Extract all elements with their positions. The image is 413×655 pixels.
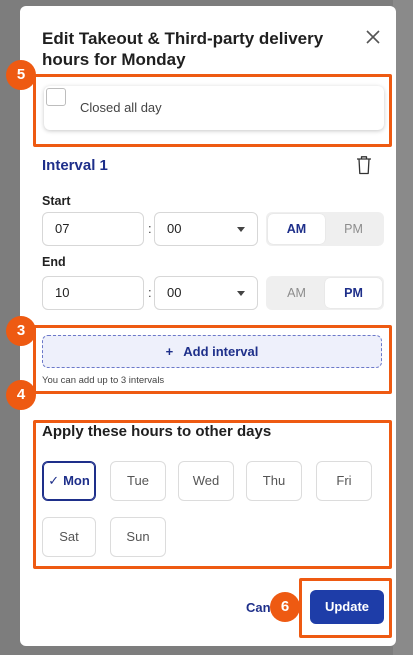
update-button[interactable]: Update [310, 590, 384, 624]
step-badge-3: 3 [6, 316, 36, 346]
start-hour-field[interactable]: 07 [42, 212, 144, 246]
day-sat[interactable]: Sat [42, 517, 96, 557]
plus-icon: + [165, 344, 174, 359]
chevron-down-icon [237, 291, 245, 296]
start-label: Start [42, 194, 71, 208]
add-interval-button[interactable]: + Add interval [42, 335, 382, 368]
interval-title: Interval 1 [42, 157, 108, 174]
end-minute-value: 00 [167, 285, 182, 300]
backdrop [393, 0, 413, 655]
end-colon: : [148, 285, 152, 300]
start-minute-select[interactable]: 00 [154, 212, 258, 246]
day-label: Mon [63, 473, 90, 488]
start-ampm-toggle[interactable]: AM PM [266, 212, 384, 246]
day-sun[interactable]: Sun [110, 517, 166, 557]
close-icon[interactable] [364, 28, 382, 46]
end-ampm-toggle[interactable]: AM PM [266, 276, 384, 310]
end-minute-select[interactable]: 00 [154, 276, 258, 310]
day-thu[interactable]: Thu [246, 461, 302, 501]
interval-limit-helper: You can add up to 3 intervals [42, 375, 165, 386]
closed-all-day-option[interactable]: Closed all day [44, 86, 384, 130]
end-pm-option[interactable]: PM [325, 278, 382, 308]
edit-hours-dialog: Edit Takeout & Third-party delivery hour… [20, 6, 396, 646]
cancel-button[interactable]: Can [246, 600, 271, 615]
start-minute-value: 00 [167, 221, 182, 236]
trash-icon[interactable] [356, 155, 372, 175]
start-pm-option[interactable]: PM [325, 214, 382, 244]
dialog-title: Edit Takeout & Third-party delivery hour… [42, 29, 324, 69]
end-label: End [42, 255, 66, 269]
end-hour-field[interactable]: 10 [42, 276, 144, 310]
step-badge-6: 6 [270, 592, 300, 622]
step-badge-4: 4 [6, 380, 36, 410]
start-colon: : [148, 221, 152, 236]
add-interval-label: Add interval [183, 344, 259, 359]
closed-all-day-checkbox[interactable] [46, 88, 66, 106]
closed-all-day-label: Closed all day [80, 100, 162, 115]
day-fri[interactable]: Fri [316, 461, 372, 501]
end-am-option[interactable]: AM [268, 278, 325, 308]
day-tue[interactable]: Tue [110, 461, 166, 501]
day-wed[interactable]: Wed [178, 461, 234, 501]
apply-days-title: Apply these hours to other days [42, 423, 272, 440]
check-icon: ✓ [48, 473, 60, 488]
step-badge-5: 5 [6, 60, 36, 90]
day-mon[interactable]: ✓ Mon [42, 461, 96, 501]
start-am-option[interactable]: AM [268, 214, 325, 244]
chevron-down-icon [237, 227, 245, 232]
